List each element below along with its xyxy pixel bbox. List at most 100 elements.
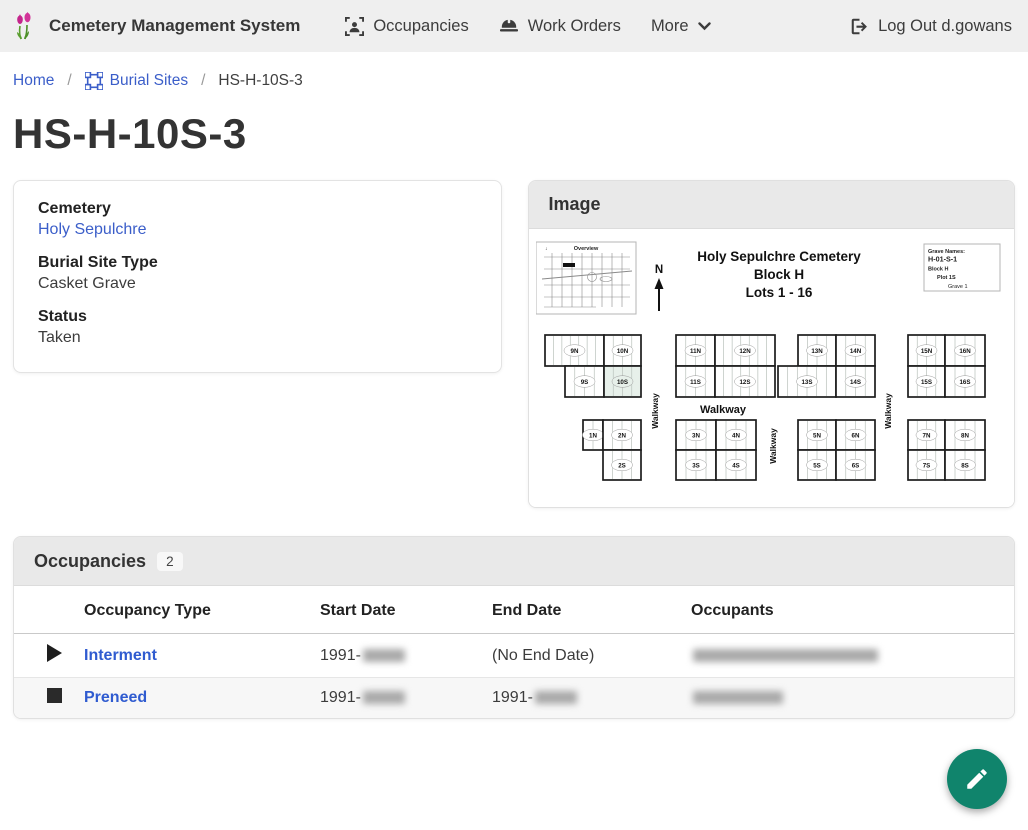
occupancies-title: Occupancies — [34, 551, 146, 572]
svg-text:11S: 11S — [690, 379, 701, 386]
logout-label: Log Out d.gowans — [878, 17, 1012, 36]
pencil-icon — [964, 766, 990, 792]
image-card: Image Overview ↓ — [528, 180, 1015, 508]
svg-text:7N: 7N — [922, 432, 930, 439]
svg-text:8S: 8S — [961, 462, 969, 469]
burial-site-type-value: Casket Grave — [38, 275, 477, 293]
nav-item-work-orders[interactable]: Work Orders — [499, 17, 621, 36]
svg-text:2N: 2N — [618, 432, 626, 439]
logout-button[interactable]: Log Out d.gowans — [850, 17, 1012, 36]
svg-text:Block H: Block H — [753, 267, 803, 282]
overview-thumbnail: Overview ↓ — [536, 242, 636, 314]
burial-site-type-label: Burial Site Type — [38, 254, 477, 272]
occupancies-count-badge: 2 — [157, 552, 183, 571]
svg-text:Grave 1: Grave 1 — [948, 284, 968, 290]
svg-text:Holy Sepulchre Cemetery: Holy Sepulchre Cemetery — [697, 249, 861, 264]
breadcrumb-current: HS-H-10S-3 — [218, 72, 302, 90]
svg-text:10S: 10S — [617, 379, 628, 386]
app-brand[interactable]: Cemetery Management System — [14, 12, 300, 40]
breadcrumb-burial-sites-label: Burial Sites — [110, 72, 188, 90]
image-card-header: Image — [529, 181, 1014, 229]
svg-text:Walkway: Walkway — [650, 393, 660, 429]
breadcrumb-home-link[interactable]: Home — [13, 72, 54, 90]
status-label: Status — [38, 308, 477, 326]
svg-text:Overview: Overview — [573, 246, 598, 252]
app-title: Cemetery Management System — [49, 16, 300, 36]
redacted-value — [535, 691, 577, 704]
occupancies-header: Occupancies 2 — [14, 537, 1014, 586]
occupancies-table: Occupancy Type Start Date End Date Occup… — [14, 586, 1014, 718]
nav-item-label: Occupancies — [373, 17, 468, 36]
svg-text:7S: 7S — [922, 462, 930, 469]
plot-map-image[interactable]: Overview ↓ N Holy Sepulchre Cemetery Bloc… — [529, 229, 1014, 507]
occupancy-row: Interment1991-(No End Date) — [14, 634, 1014, 678]
nav-item-more[interactable]: More — [651, 17, 711, 36]
occupancies-card: Occupancies 2 Occupancy Type Start Date … — [13, 536, 1015, 719]
north-arrow-icon: N — [654, 264, 663, 311]
breadcrumb-burial-sites-link[interactable]: Burial Sites — [85, 72, 188, 90]
svg-text:12N: 12N — [739, 348, 751, 355]
svg-text:3N: 3N — [692, 432, 700, 439]
svg-text:12S: 12S — [739, 379, 750, 386]
svg-text:Lots 1 - 16: Lots 1 - 16 — [745, 285, 812, 300]
svg-text:13N: 13N — [811, 348, 823, 355]
cemetery-link[interactable]: Holy Sepulchre — [38, 221, 147, 238]
svg-text:13S: 13S — [801, 379, 812, 386]
svg-text:16N: 16N — [959, 348, 971, 355]
map-title: Holy Sepulchre Cemetery Block H Lots 1 - 1… — [697, 249, 861, 300]
occupancies-icon — [345, 17, 364, 36]
svg-text:10N: 10N — [616, 348, 628, 355]
column-header-occupancy-type: Occupancy Type — [76, 586, 312, 634]
svg-text:3S: 3S — [692, 462, 700, 469]
redacted-value — [363, 649, 405, 662]
svg-text:H-01-S-1: H-01-S-1 — [928, 255, 957, 264]
status-value: Taken — [38, 329, 477, 347]
edit-fab-button[interactable] — [947, 749, 1007, 809]
vector-square-icon — [85, 72, 103, 90]
svg-text:8N: 8N — [961, 432, 969, 439]
redacted-value — [693, 649, 878, 662]
breadcrumb-separator: / — [67, 72, 71, 90]
svg-text:14N: 14N — [849, 348, 861, 355]
svg-text:9S: 9S — [580, 379, 588, 386]
svg-text:11N: 11N — [690, 348, 702, 355]
occupancy-type-link[interactable]: Preneed — [84, 689, 147, 706]
svg-text:Plot 1S: Plot 1S — [937, 275, 956, 281]
svg-text:15N: 15N — [920, 348, 932, 355]
redacted-value — [363, 691, 405, 704]
column-header-end-date: End Date — [484, 586, 683, 634]
grave-names-legend: Grave Names:H-01-S-1Block HPlot 1SGrave … — [924, 244, 1000, 291]
svg-text:6S: 6S — [851, 462, 859, 469]
svg-text:Walkway: Walkway — [768, 428, 778, 464]
nav-item-label: Work Orders — [528, 17, 621, 36]
svg-text:N: N — [654, 264, 662, 276]
svg-text:1N: 1N — [589, 432, 597, 439]
nav-item-occupancies[interactable]: Occupancies — [345, 17, 468, 36]
hard-hat-icon — [499, 17, 519, 35]
svg-text:4S: 4S — [732, 462, 740, 469]
chevron-down-icon — [698, 22, 711, 31]
svg-text:5N: 5N — [813, 432, 821, 439]
svg-text:16S: 16S — [959, 379, 970, 386]
svg-text:Walkway: Walkway — [883, 393, 893, 429]
burial-site-type-field: Burial Site Type Casket Grave — [38, 254, 477, 293]
occupancy-type-link[interactable]: Interment — [84, 647, 157, 664]
breadcrumb-separator: / — [201, 72, 205, 90]
column-header-status — [14, 586, 76, 634]
lot-grid: 9N 10N 9S 10S 11N 12N 11S 12S 13N 14N 13S 14S 15N 16N… — [545, 335, 985, 480]
svg-text:14S: 14S — [850, 379, 861, 386]
occupancy-row: Preneed1991-1991- — [14, 678, 1014, 719]
svg-text:15S: 15S — [921, 379, 932, 386]
svg-text:Block H: Block H — [928, 266, 949, 272]
cemetery-label: Cemetery — [38, 200, 477, 218]
svg-text:↓: ↓ — [545, 246, 548, 252]
top-navbar: Cemetery Management System Occupancies W… — [0, 0, 1028, 52]
svg-text:Walkway: Walkway — [700, 404, 747, 416]
svg-text:2S: 2S — [618, 462, 626, 469]
stop-status-icon — [47, 688, 62, 703]
redacted-value — [693, 691, 783, 704]
burial-site-details-card: Cemetery Holy Sepulchre Burial Site Type… — [13, 180, 502, 373]
svg-text:9N: 9N — [570, 348, 578, 355]
page-title: HS-H-10S-3 — [13, 110, 1015, 158]
svg-text:4N: 4N — [732, 432, 740, 439]
